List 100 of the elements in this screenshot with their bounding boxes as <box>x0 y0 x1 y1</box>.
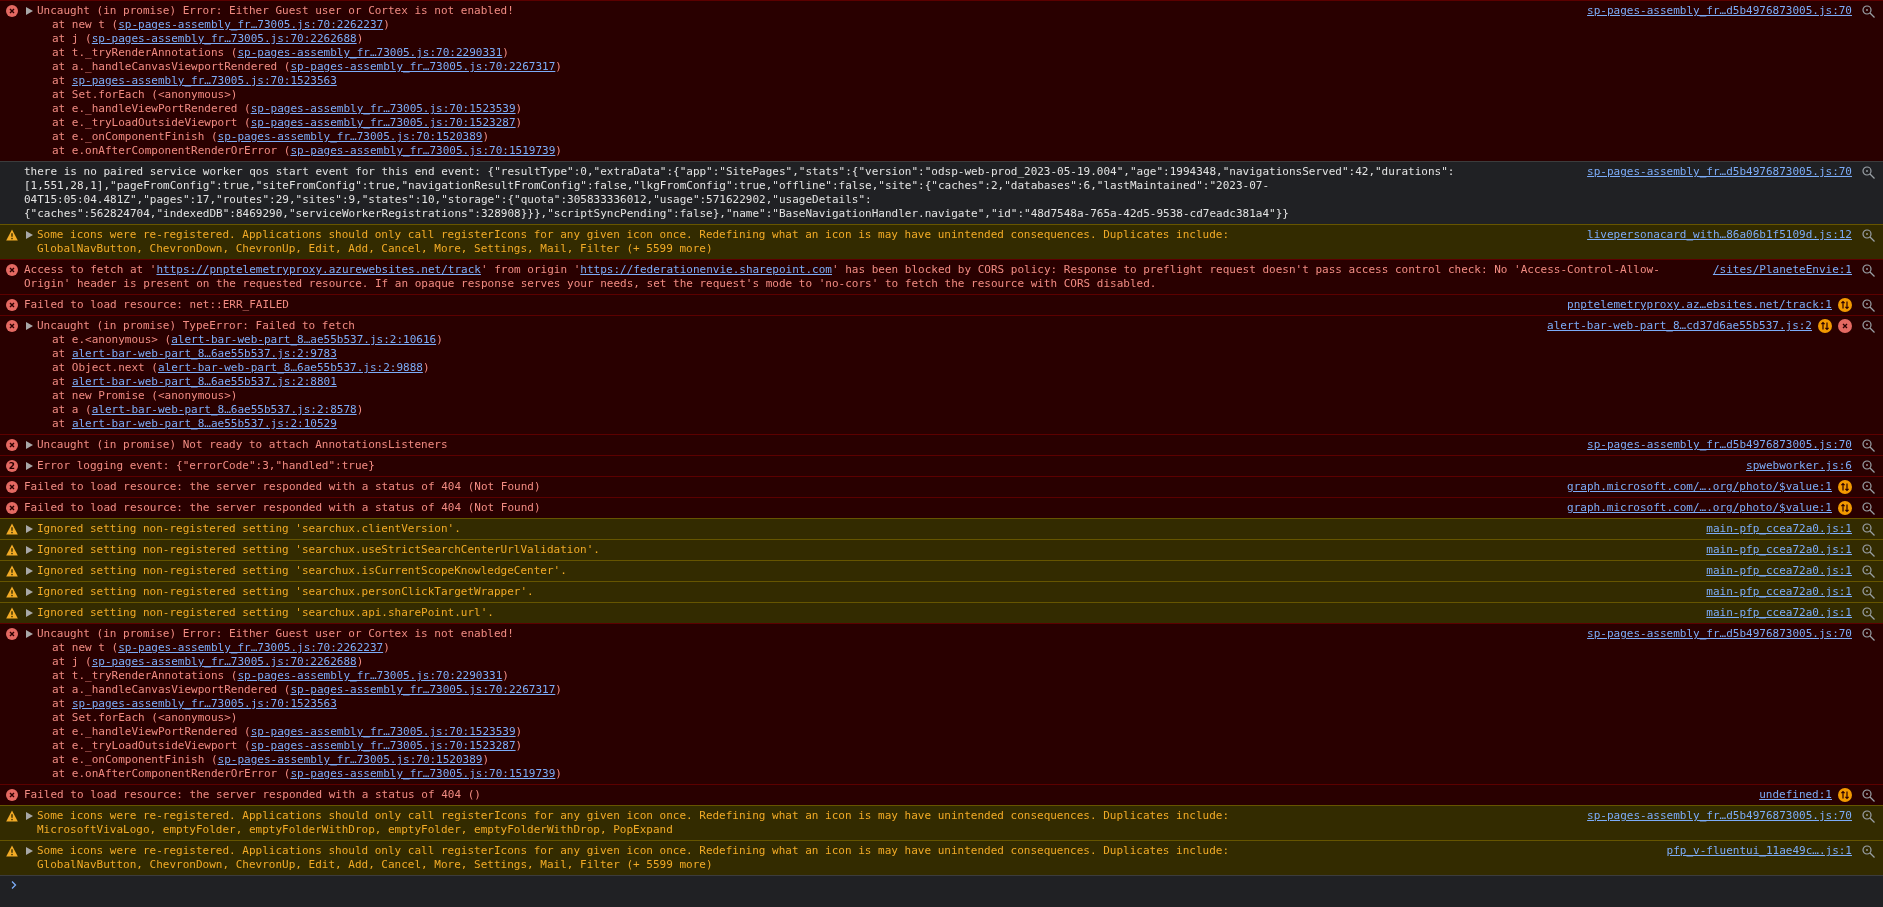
search-icon[interactable] <box>1862 459 1875 473</box>
stack-frame-link[interactable]: alert-bar-web-part_8…ae55b537.js:2:10616 <box>171 333 437 346</box>
network-request-icon[interactable] <box>1818 319 1832 333</box>
network-request-icon[interactable] <box>1838 298 1852 312</box>
stack-frame-link[interactable]: sp-pages-assembly_fr…73005.js:70:1523287 <box>250 116 516 129</box>
expand-arrow-icon[interactable] <box>26 812 33 820</box>
source-link[interactable]: livepersonacard_with…86a06b1f5109d.js:12 <box>1587 228 1852 242</box>
search-icon[interactable] <box>1862 543 1875 557</box>
expand-arrow-icon[interactable] <box>26 847 33 855</box>
warning-icon <box>6 544 18 556</box>
network-request-icon[interactable] <box>1838 788 1852 802</box>
stack-frame-link[interactable]: alert-bar-web-part_8…6ae55b537.js:2:8578 <box>91 403 357 416</box>
stack-frame-link[interactable]: sp-pages-assembly_fr…73005.js:70:1519739 <box>290 767 556 780</box>
stack-frame-link[interactable]: sp-pages-assembly_fr…73005.js:70:1520389 <box>217 130 483 143</box>
stack-frame-line: at alert-bar-web-part_8…6ae55b537.js:2:8801 <box>51 375 338 389</box>
warning-icon <box>6 607 18 619</box>
source-link[interactable]: main-pfp_ccea72a0.js:1 <box>1706 606 1852 620</box>
expand-arrow-icon[interactable] <box>26 462 33 470</box>
source-link[interactable]: sp-pages-assembly_fr…d5b4976873005.js:70 <box>1587 627 1852 641</box>
expand-arrow-icon[interactable] <box>26 441 33 449</box>
expand-arrow-icon[interactable] <box>26 525 33 533</box>
search-icon[interactable] <box>1862 165 1875 179</box>
message-text: Some icons were re-registered. Applications should only call registerIcons for any given icon once. Redefining what an icon is may have unintended consequences. Duplicates include: MicrosoftVivaLogo, emptyFolder, emptyFolderWithDrop, emptyFolder, emptyFolderWithDrop, PopExpand <box>37 809 1231 837</box>
stack-frame-link[interactable]: sp-pages-assembly_fr…73005.js:70:1523563 <box>71 74 337 87</box>
error-icon <box>6 502 18 514</box>
stack-frame-line: at a._handleCanvasViewportRendered (sp-pages-assembly_fr…73005.js:70:2267317) <box>51 683 563 697</box>
search-icon[interactable] <box>1862 4 1875 18</box>
search-icon[interactable] <box>1862 501 1875 515</box>
repeat-count-badge: 2 <box>6 460 18 472</box>
stack-frame-link[interactable]: sp-pages-assembly_fr…73005.js:70:1523539 <box>250 102 516 115</box>
search-icon[interactable] <box>1862 263 1875 277</box>
search-icon[interactable] <box>1862 844 1875 858</box>
search-icon[interactable] <box>1862 627 1875 641</box>
stack-frame-link[interactable]: alert-bar-web-part_8…6ae55b537.js:2:9888 <box>157 361 423 374</box>
source-link[interactable]: main-pfp_ccea72a0.js:1 <box>1706 564 1852 578</box>
message-text: Uncaught (in promise) TypeError: Failed to fetch <box>37 319 356 333</box>
stack-frame-link[interactable]: sp-pages-assembly_fr…73005.js:70:2262237 <box>118 18 384 31</box>
source-link[interactable]: main-pfp_ccea72a0.js:1 <box>1706 543 1852 557</box>
search-icon[interactable] <box>1862 522 1875 536</box>
stack-frame-link[interactable]: alert-bar-web-part_8…6ae55b537.js:2:8801 <box>71 375 337 388</box>
stack-frame-link[interactable]: sp-pages-assembly_fr…73005.js:70:2290331 <box>237 46 503 59</box>
url-link[interactable]: https://federationenvie.sharepoint.com <box>580 263 832 276</box>
warning-icon <box>6 810 18 822</box>
stack-frame-link[interactable]: sp-pages-assembly_fr…73005.js:70:2262688 <box>91 655 357 668</box>
message-text: Some icons were re-registered. Applications should only call registerIcons for any given icon once. Redefining what an icon is may have unintended consequences. Duplicates include: GlobalNavButton, ChevronDown, ChevronUp, Edit, Add, Cancel, More, Settings, Mail, Filter (+ 5599 more) <box>37 228 1231 256</box>
search-icon[interactable] <box>1862 809 1875 823</box>
expand-arrow-icon[interactable] <box>26 630 33 638</box>
search-icon[interactable] <box>1862 228 1875 242</box>
stack-frame-link[interactable]: sp-pages-assembly_fr…73005.js:70:1519739 <box>290 144 556 157</box>
expand-arrow-icon[interactable] <box>26 588 33 596</box>
source-link[interactable]: main-pfp_ccea72a0.js:1 <box>1706 522 1852 536</box>
source-link[interactable]: undefined:1 <box>1759 788 1832 802</box>
stack-frame-link[interactable]: sp-pages-assembly_fr…73005.js:70:1523563 <box>71 697 337 710</box>
stack-frame-link[interactable]: alert-bar-web-part_8…ae55b537.js:2:10529 <box>71 417 337 430</box>
stack-frame-link[interactable]: sp-pages-assembly_fr…73005.js:70:2267317 <box>290 60 556 73</box>
source-link[interactable]: sp-pages-assembly_fr…d5b4976873005.js:70 <box>1587 165 1852 179</box>
message-text: Error logging event: {"errorCode":3,"handled":true} <box>37 459 376 473</box>
stack-frame-line: at alert-bar-web-part_8…6ae55b537.js:2:9783 <box>51 347 338 361</box>
search-icon[interactable] <box>1862 480 1875 494</box>
stack-frame-line: at e._handleViewPortRendered (sp-pages-assembly_fr…73005.js:70:1523539) <box>51 725 524 739</box>
source-link[interactable]: graph.microsoft.com/….org/photo/$value:1 <box>1567 480 1832 494</box>
stack-frame-link[interactable]: alert-bar-web-part_8…6ae55b537.js:2:9783 <box>71 347 337 360</box>
expand-arrow-icon[interactable] <box>26 7 33 15</box>
expand-arrow-icon[interactable] <box>26 322 33 330</box>
stack-frame-link[interactable]: sp-pages-assembly_fr…73005.js:70:1520389 <box>217 753 483 766</box>
url-link[interactable]: https://pnptelemetryproxy.azurewebsites.net/track <box>156 263 481 276</box>
search-icon[interactable] <box>1862 564 1875 578</box>
source-link[interactable]: sp-pages-assembly_fr…d5b4976873005.js:70 <box>1587 4 1852 18</box>
search-icon[interactable] <box>1862 298 1875 312</box>
stack-frame-link[interactable]: sp-pages-assembly_fr…73005.js:70:2262688 <box>91 32 357 45</box>
network-request-icon[interactable] <box>1838 501 1852 515</box>
source-link[interactable]: sp-pages-assembly_fr…d5b4976873005.js:70 <box>1587 438 1852 452</box>
network-request-icon[interactable] <box>1838 480 1852 494</box>
stack-frame-line: at t._tryRenderAnnotations (sp-pages-assembly_fr…73005.js:70:2290331) <box>51 46 510 60</box>
search-icon[interactable] <box>1862 438 1875 452</box>
error-icon <box>6 264 18 276</box>
expand-arrow-icon[interactable] <box>26 231 33 239</box>
source-link[interactable]: pfp_v-fluentui_11ae49c….js:1 <box>1666 844 1852 858</box>
stack-frame-link[interactable]: sp-pages-assembly_fr…73005.js:70:1523287 <box>250 739 516 752</box>
source-link[interactable]: spwebworker.js:6 <box>1746 459 1852 473</box>
stack-frame-link[interactable]: sp-pages-assembly_fr…73005.js:70:2262237 <box>118 641 384 654</box>
search-icon[interactable] <box>1862 319 1875 333</box>
expand-arrow-icon[interactable] <box>26 546 33 554</box>
search-icon[interactable] <box>1862 606 1875 620</box>
stack-frame-link[interactable]: sp-pages-assembly_fr…73005.js:70:1523539 <box>250 725 516 738</box>
blocked-request-icon[interactable] <box>1838 319 1852 333</box>
error-icon <box>6 439 18 451</box>
source-link[interactable]: /sites/PlaneteEnvie:1 <box>1712 263 1852 277</box>
search-icon[interactable] <box>1862 585 1875 599</box>
source-link[interactable]: graph.microsoft.com/….org/photo/$value:1 <box>1567 501 1832 515</box>
source-link[interactable]: pnptelemetryproxy.az…ebsites.net/track:1 <box>1567 298 1832 312</box>
stack-frame-link[interactable]: sp-pages-assembly_fr…73005.js:70:2267317 <box>290 683 556 696</box>
expand-arrow-icon[interactable] <box>26 609 33 617</box>
source-link[interactable]: alert-bar-web-part_8…cd37d6ae55b537.js:2 <box>1547 319 1812 333</box>
message-text: Uncaught (in promise) Error: Either Guest user or Cortex is not enabled! <box>37 4 515 18</box>
source-link[interactable]: sp-pages-assembly_fr…d5b4976873005.js:70 <box>1587 809 1852 823</box>
search-icon[interactable] <box>1862 788 1875 802</box>
expand-arrow-icon[interactable] <box>26 567 33 575</box>
source-link[interactable]: main-pfp_ccea72a0.js:1 <box>1706 585 1852 599</box>
stack-frame-link[interactable]: sp-pages-assembly_fr…73005.js:70:2290331 <box>237 669 503 682</box>
